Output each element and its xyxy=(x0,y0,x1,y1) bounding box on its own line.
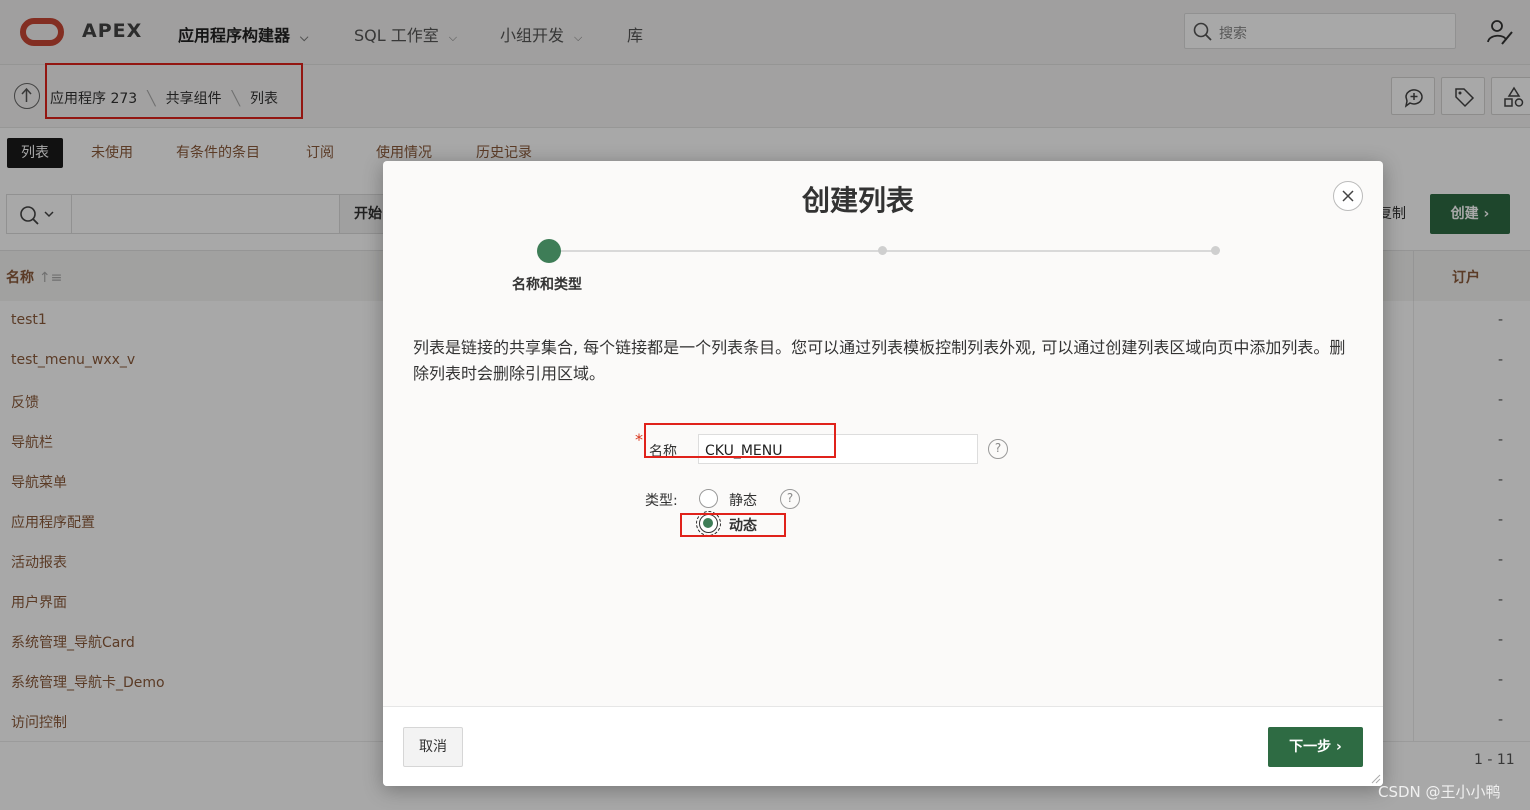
close-icon xyxy=(1342,190,1354,202)
wizard-step-pending xyxy=(1211,246,1220,255)
wizard-step-pending xyxy=(878,246,887,255)
radio-static[interactable] xyxy=(699,489,718,508)
cancel-button[interactable]: 取消 xyxy=(403,727,463,767)
wizard-step-current xyxy=(537,239,561,263)
required-indicator: * xyxy=(635,430,643,449)
help-icon[interactable]: ? xyxy=(780,489,800,509)
annotation-highlight-name xyxy=(644,423,836,458)
close-button[interactable] xyxy=(1333,181,1363,211)
chevron-right-icon: › xyxy=(1336,739,1342,755)
help-icon[interactable]: ? xyxy=(988,439,1008,459)
watermark-text: CSDN @王小小鸭 xyxy=(1378,783,1501,801)
dialog-footer: 取消 下一步 › xyxy=(383,706,1383,786)
type-label: 类型: xyxy=(645,493,678,509)
dialog-description: 列表是链接的共享集合, 每个链接都是一个列表条目。您可以通过列表模板控制列表外观… xyxy=(413,338,1346,383)
wizard-step-label: 名称和类型 xyxy=(512,277,582,293)
dialog-title: 创建列表 xyxy=(801,184,914,217)
next-button[interactable]: 下一步 › xyxy=(1268,727,1363,767)
annotation-highlight-dynamic xyxy=(680,513,786,537)
create-list-dialog: 创建列表 名称和类型 列表是链接的共享集合, 每个链接都是一个列表条目。您可以通… xyxy=(383,161,1383,786)
radio-static-label[interactable]: 静态 xyxy=(729,490,757,510)
